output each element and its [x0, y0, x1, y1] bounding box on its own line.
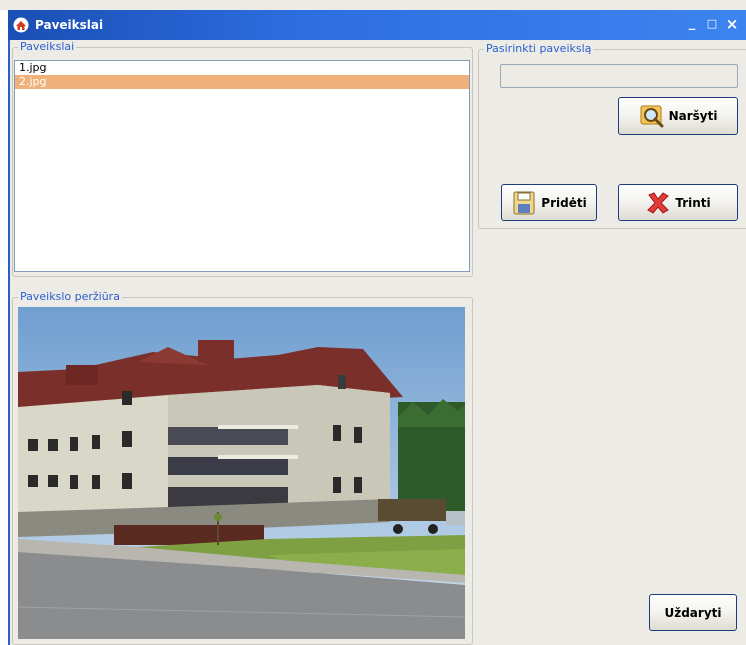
- maximize-button[interactable]: □: [704, 15, 720, 33]
- delete-button-label: Trinti: [675, 195, 711, 210]
- image-preview: [18, 307, 465, 639]
- floppy-disk-icon: [513, 191, 535, 214]
- app-window: Paveikslai _ □ × Paveikslai 1.jpg 2.jpg …: [0, 0, 746, 645]
- close-window-button[interactable]: ×: [724, 15, 740, 33]
- select-image-group-legend: Pasirinkti paveikslą: [484, 42, 594, 56]
- images-group-legend: Paveikslai: [18, 40, 77, 54]
- window-title: Paveikslai: [35, 18, 104, 32]
- desktop-strip: [0, 10, 8, 645]
- browse-button[interactable]: Naršyti: [618, 97, 738, 135]
- minimize-button[interactable]: _: [684, 15, 700, 33]
- title-bar[interactable]: Paveikslai _ □ ×: [8, 10, 746, 40]
- window-left-border: [8, 40, 10, 645]
- list-item-selected[interactable]: 2.jpg: [15, 75, 469, 89]
- delete-x-icon: [647, 191, 670, 214]
- browse-button-label: Naršyti: [668, 109, 718, 123]
- preview-group-legend: Paveikslo peržiūra: [18, 290, 122, 304]
- images-listbox[interactable]: 1.jpg 2.jpg: [14, 60, 470, 272]
- add-button-label: Pridėti: [541, 195, 587, 210]
- building-photo: [18, 307, 465, 639]
- delete-button[interactable]: Trinti: [618, 184, 738, 221]
- list-item[interactable]: 1.jpg: [15, 61, 469, 75]
- image-path-input[interactable]: [500, 64, 738, 88]
- app-icon: [13, 17, 29, 33]
- add-button[interactable]: Pridėti: [501, 184, 597, 221]
- close-button[interactable]: Uždaryti: [649, 594, 737, 631]
- magnifier-icon: [640, 105, 664, 128]
